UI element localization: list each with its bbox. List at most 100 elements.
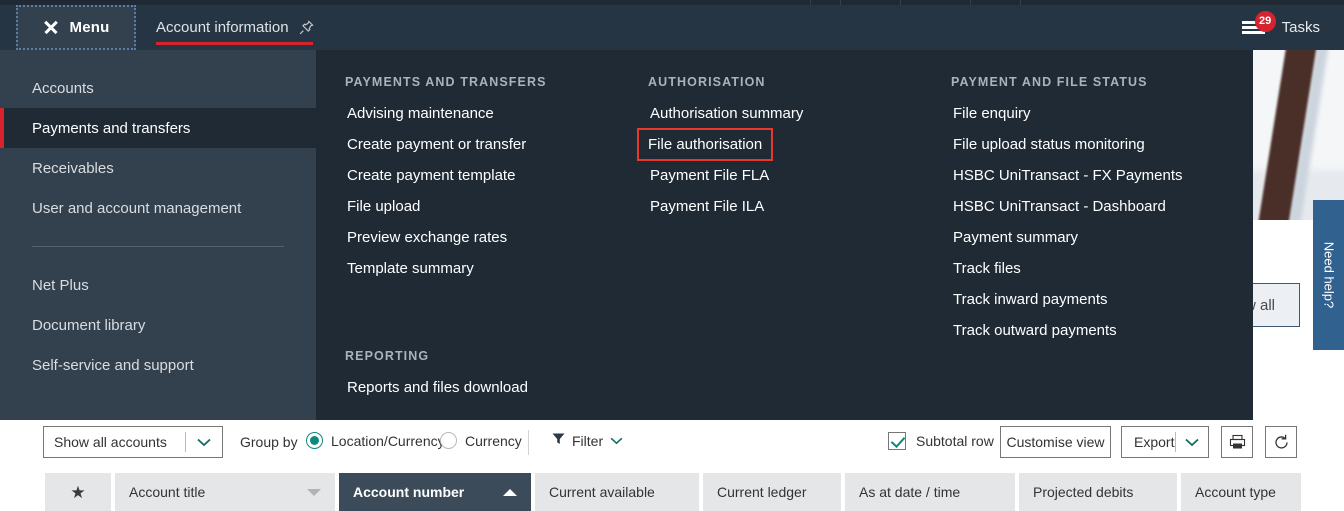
menu-link-payment-file-ila[interactable]: Payment File ILA — [648, 197, 766, 216]
menu-link-file-upload[interactable]: File upload — [345, 197, 422, 216]
table-toolbar: Show all accounts Group by Location/Curr… — [0, 420, 1344, 465]
menu-link-track-outward-payments[interactable]: Track outward payments — [951, 321, 1119, 340]
chevron-down-icon — [610, 432, 623, 450]
menu-link-authorisation-summary[interactable]: Authorisation summary — [648, 104, 805, 123]
menu-link-file-enquiry[interactable]: File enquiry — [951, 104, 1033, 123]
menu-link-file-upload-status-monitoring[interactable]: File upload status monitoring — [951, 135, 1147, 154]
menu-link-template-summary[interactable]: Template summary — [345, 259, 476, 278]
sidebar-item-label: Self-service and support — [32, 357, 194, 374]
subtotal-row-checkbox[interactable]: Subtotal row — [888, 432, 994, 450]
menu-link-advising-maintenance[interactable]: Advising maintenance — [345, 104, 496, 123]
column-header-account-type[interactable]: Account type — [1181, 473, 1303, 511]
menu-column-heading: AUTHORISATION — [648, 75, 948, 89]
column-header-current-ledger[interactable]: Current ledger — [703, 473, 843, 511]
export-label: Export — [1134, 434, 1174, 450]
menu-link-payment-file-fla[interactable]: Payment File FLA — [648, 166, 771, 185]
radio-location-currency[interactable]: Location/Currency — [306, 432, 445, 449]
menu-link-preview-exchange-rates[interactable]: Preview exchange rates — [345, 228, 509, 247]
star-icon: ★ — [70, 484, 85, 501]
menu-column-payments-and-transfers: PAYMENTS AND TRANSFERS Advising maintena… — [345, 75, 645, 290]
customise-view-button[interactable]: Customise view — [1000, 426, 1111, 458]
column-header-account-title[interactable]: Account title — [115, 473, 337, 511]
sidebar-item-user-and-account-management[interactable]: User and account management — [0, 188, 316, 228]
need-help-label: Need help? — [1321, 242, 1336, 309]
menu-link-hsbc-unitransact-fx-payments[interactable]: HSBC UniTransact - FX Payments — [951, 166, 1185, 185]
column-header-as-at-date-time[interactable]: As at date / time — [845, 473, 1017, 511]
column-header-label: Current ledger — [717, 484, 807, 500]
mega-menu-sidebar: Accounts Payments and transfers Receivab… — [0, 50, 316, 420]
menu-column-payment-and-file-status: PAYMENT AND FILE STATUS File enquiry Fil… — [951, 75, 1271, 352]
account-filter-value: Show all accounts — [44, 434, 185, 450]
menu-link-payment-summary[interactable]: Payment summary — [951, 228, 1080, 247]
chevron-down-icon — [186, 438, 222, 447]
app-header: Menu Account information 29 Tasks — [0, 5, 1344, 50]
radio-indicator — [306, 432, 323, 449]
menu-link-create-payment-or-transfer[interactable]: Create payment or transfer — [345, 135, 528, 154]
column-header-favourite[interactable]: ★ — [45, 473, 113, 511]
checkbox-indicator — [888, 432, 906, 450]
column-header-current-available[interactable]: Current available — [535, 473, 701, 511]
pin-icon[interactable] — [299, 20, 314, 35]
sidebar-item-accounts[interactable]: Accounts — [0, 68, 316, 108]
menu-link-track-inward-payments[interactable]: Track inward payments — [951, 290, 1110, 309]
refresh-button[interactable] — [1265, 426, 1297, 458]
filter-button[interactable]: Filter — [552, 432, 623, 450]
column-header-projected-debits[interactable]: Projected debits — [1019, 473, 1179, 511]
menu-button[interactable]: Menu — [16, 5, 136, 50]
column-header-label: Account title — [129, 484, 205, 500]
column-header-label: Projected debits — [1033, 484, 1133, 500]
sidebar-item-label: Net Plus — [32, 277, 89, 294]
sort-descending-icon — [307, 489, 321, 496]
menu-link-hsbc-unitransact-dashboard[interactable]: HSBC UniTransact - Dashboard — [951, 197, 1168, 216]
mega-menu-columns: PAYMENTS AND TRANSFERS Advising maintena… — [316, 50, 1253, 420]
tab-account-information-label: Account information — [156, 19, 289, 36]
need-help-tab[interactable]: Need help? — [1313, 200, 1344, 350]
sidebar-item-label: Accounts — [32, 80, 94, 97]
close-icon — [43, 20, 58, 35]
sidebar-item-self-service-and-support[interactable]: Self-service and support — [0, 345, 316, 385]
export-button[interactable]: Export — [1121, 426, 1209, 458]
column-header-account-number[interactable]: Account number — [339, 473, 533, 511]
column-header-label: As at date / time — [859, 484, 960, 500]
app-root: Menu Account information 29 Tasks w all — [0, 0, 1344, 511]
account-filter-dropdown[interactable]: Show all accounts — [43, 426, 223, 458]
group-by-label: Group by — [240, 434, 298, 450]
menu-button-label: Menu — [70, 19, 110, 36]
sidebar-item-label: User and account management — [32, 200, 241, 217]
tab-active-underline — [156, 42, 313, 45]
tasks-label: Tasks — [1282, 19, 1320, 36]
filter-label: Filter — [572, 433, 603, 449]
sidebar-item-document-library[interactable]: Document library — [0, 305, 316, 345]
menu-column-reporting: REPORTING Reports and files download — [345, 349, 645, 409]
menu-column-heading: REPORTING — [345, 349, 645, 363]
tasks-button[interactable]: 29 Tasks — [1242, 5, 1320, 50]
column-header-label: Account type — [1195, 484, 1276, 500]
tab-account-information[interactable]: Account information — [152, 5, 318, 50]
column-header-label: Account number — [353, 484, 464, 500]
radio-label: Currency — [465, 433, 522, 449]
menu-column-heading: PAYMENT AND FILE STATUS — [951, 75, 1271, 89]
radio-indicator — [440, 432, 457, 449]
sidebar-item-payments-and-transfers[interactable]: Payments and transfers — [0, 108, 316, 148]
radio-currency[interactable]: Currency — [440, 432, 522, 449]
tasks-icon: 29 — [1242, 19, 1268, 37]
accounts-table-header: ★ Account title Account number Current a… — [0, 473, 1344, 511]
sidebar-item-label: Document library — [32, 317, 145, 334]
sort-ascending-icon — [503, 489, 517, 496]
print-button[interactable] — [1221, 426, 1253, 458]
chevron-down-icon[interactable] — [1176, 438, 1208, 447]
menu-link-reports-and-files-download[interactable]: Reports and files download — [345, 378, 530, 397]
tasks-badge: 29 — [1255, 11, 1276, 32]
sidebar-item-receivables[interactable]: Receivables — [0, 148, 316, 188]
menu-link-track-files[interactable]: Track files — [951, 259, 1023, 278]
column-header-label: Current available — [549, 484, 655, 500]
sidebar-item-label: Receivables — [32, 160, 114, 177]
mega-menu-panel: Accounts Payments and transfers Receivab… — [0, 50, 1253, 420]
sidebar-item-net-plus[interactable]: Net Plus — [0, 265, 316, 305]
subtotal-row-label: Subtotal row — [916, 433, 994, 449]
customise-view-label: Customise view — [1006, 434, 1104, 450]
toolbar-divider — [528, 430, 529, 455]
menu-link-create-payment-template[interactable]: Create payment template — [345, 166, 517, 185]
sidebar-item-label: Payments and transfers — [32, 120, 190, 137]
menu-link-file-authorisation[interactable]: File authorisation — [639, 130, 771, 159]
